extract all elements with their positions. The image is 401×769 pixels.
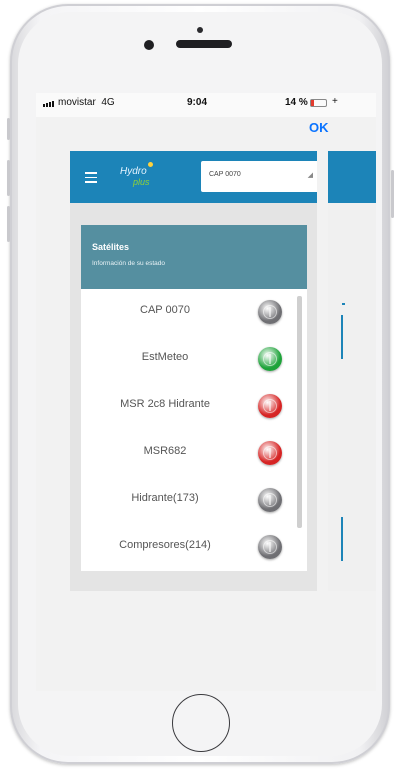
peek-header: [328, 151, 376, 203]
earpiece-speaker: [176, 40, 232, 48]
hamburger-icon[interactable]: [85, 172, 97, 186]
status-dot-icon: [258, 347, 282, 371]
logo-drop-icon: [148, 162, 153, 167]
satellite-row[interactable]: Compresores(214): [81, 524, 291, 571]
chevron-down-icon: ◢: [307, 172, 313, 179]
network-type: 4G: [101, 97, 115, 108]
status-dot-icon: [258, 488, 282, 512]
card-subtitle: Información de su estado: [92, 260, 165, 267]
card-header: Satélites Información de su estado: [81, 225, 307, 289]
status-dot-icon: [258, 535, 282, 559]
satellite-select-value: CAP 0070: [209, 171, 241, 178]
scrollbar[interactable]: [297, 296, 302, 528]
mute-switch: [7, 118, 10, 140]
home-button[interactable]: [172, 694, 230, 752]
card-title: Satélites: [92, 242, 130, 252]
satellite-name: Compresores(214): [119, 539, 211, 551]
app-screenshot-page: Hydro plus CAP 0070 ◢ Satélites Informac…: [70, 151, 317, 591]
satellite-name: MSR 2c8 Hidrante: [120, 398, 210, 410]
volume-down-button: [7, 206, 10, 242]
peek-accent-bar: [341, 517, 343, 561]
proximity-sensor: [197, 27, 203, 33]
power-button: [391, 170, 394, 218]
status-time: 9:04: [187, 97, 208, 108]
battery-icon: [310, 99, 327, 107]
satellite-row[interactable]: EstMeteo: [81, 336, 291, 383]
carrier-label: movistar 4G: [58, 97, 115, 108]
logo-text-plus: plus: [133, 177, 150, 187]
satellite-select[interactable]: CAP 0070 ◢: [201, 161, 317, 192]
peek-accent-bar: [341, 315, 343, 359]
satellite-row[interactable]: MSR 2c8 Hidrante: [81, 383, 291, 430]
carrier-name: movistar: [58, 97, 96, 108]
status-dot-icon: [258, 394, 282, 418]
satellite-name: Hidrante(173): [131, 492, 199, 504]
app-header: Hydro plus CAP 0070 ◢: [70, 151, 317, 203]
satellite-row[interactable]: Hidrante(173): [81, 477, 291, 524]
phone-screen: movistar 4G 9:04 14 % + OK Hydro plus CA…: [36, 93, 376, 691]
volume-up-button: [7, 160, 10, 196]
front-camera-icon: [144, 40, 154, 50]
charging-icon: +: [332, 96, 338, 107]
status-dot-icon: [258, 441, 282, 465]
peek-divider: [342, 303, 345, 305]
logo-text-hydro: Hydro: [120, 166, 147, 177]
satellite-row[interactable]: CAP 0070: [81, 289, 291, 336]
status-dot-icon: [258, 300, 282, 324]
satellite-name: MSR682: [143, 445, 187, 457]
status-bar: movistar 4G 9:04 14 % +: [36, 93, 376, 117]
ok-button[interactable]: OK: [309, 120, 329, 135]
satellite-name: EstMeteo: [141, 351, 189, 363]
next-page-peek: [328, 151, 376, 591]
signal-icon: [43, 101, 54, 107]
battery-percent: 14 %: [285, 97, 308, 108]
satellite-row[interactable]: MSR682: [81, 430, 291, 477]
satellites-card: Satélites Información de su estado CAP 0…: [81, 225, 307, 571]
satellite-name: CAP 0070: [140, 304, 190, 316]
